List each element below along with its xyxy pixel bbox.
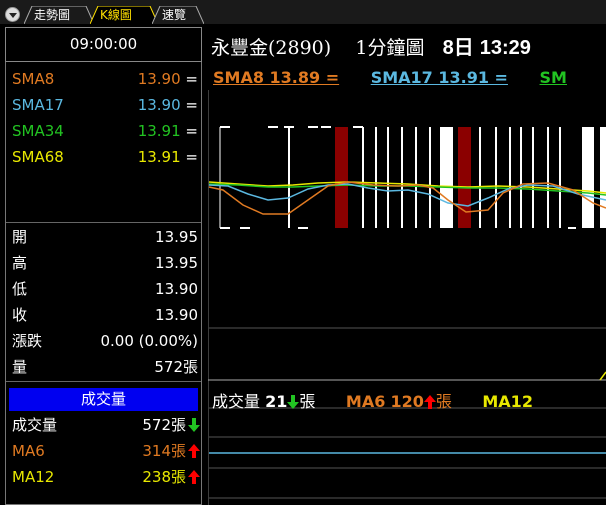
candle-up <box>440 127 453 228</box>
down-arrow-icon <box>188 418 200 432</box>
kline-chart[interactable] <box>208 90 606 505</box>
up-arrow-icon <box>188 470 200 484</box>
volume-legend: 成交量 21 張 MA6 120 張 MA12 <box>212 392 533 411</box>
dropdown-icon[interactable] <box>5 7 20 22</box>
tab-strip: 走勢圖 K線圖 速覽 <box>0 0 606 27</box>
tab-overview[interactable]: 速覽 <box>152 6 204 24</box>
candle-up <box>582 127 594 228</box>
candle-down <box>335 127 348 228</box>
low-row: 低 13.90 <box>12 280 198 298</box>
high-row: 高 13.95 <box>12 254 198 272</box>
volume-panel-header[interactable]: 成交量 <box>9 388 198 411</box>
sma68-row: SMA68 13.91 = <box>12 148 198 166</box>
candle-up <box>600 127 606 228</box>
tab-kline[interactable]: K線圖 <box>90 6 158 24</box>
chart-title: 永豐金(2890) 1分鐘圖 8日 13:29 <box>211 37 531 59</box>
change-row: 漲跌 0.00 (0.00%) <box>12 332 198 350</box>
candle-down <box>458 127 471 228</box>
close-row: 收 13.90 <box>12 306 198 324</box>
volume-row: 量 572張 <box>12 358 198 376</box>
vol-ma6-row: MA6 314張 <box>12 438 200 464</box>
legend-sma8: SMA8 13.89 = <box>213 68 340 87</box>
legend-sma34: SM <box>539 68 567 87</box>
candles <box>219 126 606 229</box>
sma17-row: SMA17 13.90 = <box>12 96 198 114</box>
up-arrow-icon <box>188 444 200 458</box>
tab-trend[interactable]: 走勢圖 <box>24 6 94 24</box>
vol-ma12-row: MA12 238張 <box>12 464 200 490</box>
sma34-row: SMA34 13.91 = <box>12 122 198 140</box>
divider <box>6 222 201 223</box>
vol-total-row: 成交量 572張 <box>12 412 200 438</box>
legend-sma17: SMA17 13.91 = <box>370 68 508 87</box>
down-arrow-icon <box>287 395 300 409</box>
open-row: 開 13.95 <box>12 228 198 246</box>
sma8-row: SMA8 13.90 = <box>12 70 198 88</box>
volume-line-fragment <box>599 371 606 381</box>
chart-legend: SMA8 13.89 = SMA17 13.91 = SM <box>213 68 593 87</box>
up-arrow-icon <box>423 395 436 409</box>
time-display: 09:00:00 <box>5 27 202 62</box>
divider <box>6 381 201 382</box>
